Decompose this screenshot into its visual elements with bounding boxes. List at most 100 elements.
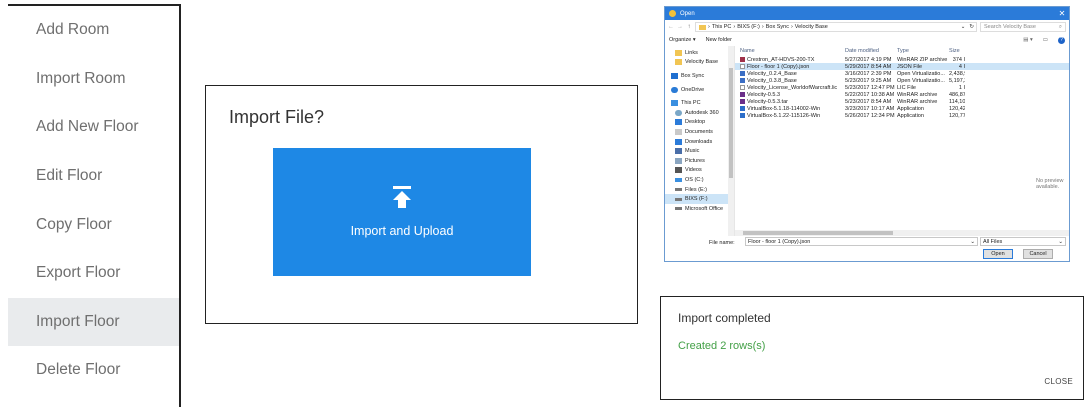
- zip-icon: [740, 57, 745, 62]
- import-upload-button[interactable]: Import and Upload: [273, 148, 531, 276]
- file-row-selected[interactable]: Floor - floor 1 (Copy).json 5/29/2017 8:…: [735, 63, 1069, 70]
- nav-item-this-pc[interactable]: This PC: [665, 98, 734, 108]
- menu-item-import-floor[interactable]: Import Floor: [8, 297, 179, 347]
- up-arrow-icon[interactable]: ↑: [686, 24, 692, 30]
- nav-item-box-sync[interactable]: Box Sync: [665, 71, 734, 81]
- upload-icon: [393, 186, 411, 208]
- import-file-dialog: Import File? Import and Upload: [205, 85, 638, 324]
- nav-scrollbar[interactable]: [728, 46, 734, 236]
- drive-icon: [675, 188, 682, 192]
- chevron-down-icon[interactable]: ⌄: [961, 24, 966, 30]
- nav-item-autodesk-360[interactable]: Autodesk 360: [665, 108, 734, 118]
- app-icon: [669, 10, 676, 17]
- nav-item-videos[interactable]: Videos: [665, 166, 734, 176]
- close-icon[interactable]: ✕: [1055, 9, 1069, 18]
- file-row[interactable]: Velocity-0.5.3.tar 5/23/2017 8:54 AM Win…: [735, 98, 1069, 105]
- floor-menu: Add Room Import Room Add New Floor Edit …: [8, 4, 181, 407]
- folder-icon: [699, 24, 706, 30]
- nav-item-documents[interactable]: Documents: [665, 127, 734, 137]
- column-name[interactable]: Name: [735, 48, 845, 54]
- file-list: Name Date modified Type Size Crestron_AT…: [735, 46, 1069, 236]
- folder-icon: [675, 59, 682, 66]
- window-titlebar: Open ✕: [665, 7, 1069, 20]
- breadcrumb-this-pc[interactable]: This PC: [712, 24, 732, 30]
- menu-item-export-floor[interactable]: Export Floor: [8, 249, 179, 298]
- menu-item-delete-floor[interactable]: Delete Floor: [8, 346, 179, 395]
- file-row[interactable]: Velocity_0.2.4_Base 3/16/2017 2:39 PM Op…: [735, 70, 1069, 77]
- dialog-title: Import File?: [229, 107, 325, 127]
- file-row[interactable]: Velocity_0.3.8_Base 5/23/2017 9:25 AM Op…: [735, 77, 1069, 84]
- file-row[interactable]: Crestron_AT-HDVS-200-TX 5/27/2017 4:19 P…: [735, 56, 1069, 63]
- vm-icon: [740, 71, 745, 76]
- open-file-dialog: Open ✕ ← → ↑ › This PC › BIXS (F:) › Box…: [664, 6, 1070, 262]
- drive-icon: [675, 207, 682, 211]
- help-icon[interactable]: ?: [1058, 36, 1065, 44]
- nav-item-files-e[interactable]: Files (E:): [665, 185, 734, 195]
- filename-label: File name:: [709, 240, 735, 246]
- breadcrumb-drive[interactable]: BIXS (F:): [737, 24, 760, 30]
- filename-value: Floor - floor 1 (Copy).json: [748, 238, 811, 245]
- refresh-icon[interactable]: ↻: [967, 24, 976, 30]
- breadcrumb-box-sync[interactable]: Box Sync: [766, 24, 789, 30]
- menu-item-add-room[interactable]: Add Room: [8, 6, 179, 55]
- nav-item-onedrive[interactable]: OneDrive: [665, 85, 734, 95]
- nav-item-microsoft-office[interactable]: Microsoft Office: [665, 204, 734, 214]
- menu-item-add-new-floor[interactable]: Add New Floor: [8, 103, 179, 152]
- file-row[interactable]: Velocity-0.5.3 5/22/2017 10:38 AM WinRAR…: [735, 91, 1069, 98]
- download-icon: [675, 138, 682, 145]
- forward-arrow-icon[interactable]: →: [677, 24, 683, 30]
- filename-input[interactable]: Floor - floor 1 (Copy).json ⌄: [745, 237, 978, 246]
- file-row[interactable]: Velocity_License_WorldofWarcraft.lic 5/2…: [735, 84, 1069, 91]
- menu-item-import-room[interactable]: Import Room: [8, 55, 179, 104]
- scrollbar-thumb[interactable]: [729, 68, 733, 178]
- menu-item-edit-floor[interactable]: Edit Floor: [8, 152, 179, 201]
- pc-icon: [671, 100, 678, 107]
- menu-item-copy-floor[interactable]: Copy Floor: [8, 200, 179, 249]
- navigation-pane: Links Velocity Base Box Sync OneDrive Th…: [665, 46, 735, 236]
- filetype-value: All Files: [983, 238, 1003, 245]
- search-input[interactable]: Search Velocity Base ⌕: [980, 22, 1066, 32]
- drive-icon: [675, 197, 682, 201]
- column-date-modified[interactable]: Date modified: [845, 48, 897, 54]
- rar-icon: [740, 99, 745, 104]
- back-arrow-icon[interactable]: ←: [668, 24, 674, 30]
- window-title: Open: [680, 10, 695, 17]
- view-options-icon[interactable]: ▤ ▾: [1023, 37, 1033, 43]
- vm-icon: [740, 78, 745, 83]
- music-icon: [675, 148, 682, 155]
- organize-button[interactable]: Organize ▾: [669, 37, 696, 43]
- preview-pane-icon[interactable]: ▭: [1043, 37, 1048, 43]
- nav-item-desktop[interactable]: Desktop: [665, 118, 734, 128]
- nav-item-links[interactable]: Links: [665, 48, 734, 58]
- success-message: Created 2 rows(s): [678, 340, 766, 352]
- nav-item-downloads[interactable]: Downloads: [665, 137, 734, 147]
- file-row[interactable]: VirtualBox-5.1.18-114002-Win 3/23/2017 1…: [735, 105, 1069, 112]
- filetype-select[interactable]: All Files ⌄: [980, 237, 1066, 246]
- scrollbar-thumb[interactable]: [743, 231, 893, 235]
- column-size[interactable]: Size: [949, 48, 965, 54]
- breadcrumb-velocity-base[interactable]: Velocity Base: [795, 24, 828, 30]
- chevron-down-icon[interactable]: ⌄: [970, 239, 975, 245]
- file-icon: [740, 64, 745, 69]
- file-icon: [740, 85, 745, 90]
- nav-item-music[interactable]: Music: [665, 146, 734, 156]
- address-bar[interactable]: › This PC › BIXS (F:) › Box Sync › Veloc…: [695, 22, 977, 32]
- close-button[interactable]: CLOSE: [1044, 377, 1073, 386]
- nav-item-velocity-base[interactable]: Velocity Base: [665, 58, 734, 68]
- dialog-title: Import completed: [678, 311, 771, 325]
- cancel-button[interactable]: Cancel: [1023, 249, 1053, 259]
- nav-item-os-c[interactable]: OS (C:): [665, 175, 734, 185]
- new-folder-button[interactable]: New folder: [706, 37, 732, 43]
- nav-item-bixs-f[interactable]: BIXS (F:): [665, 194, 734, 204]
- chevron-down-icon: ⌄: [1058, 238, 1063, 245]
- nav-item-pictures[interactable]: Pictures: [665, 156, 734, 166]
- open-button[interactable]: Open: [983, 249, 1013, 259]
- preview-message: No preview available.: [1036, 178, 1064, 190]
- app-icon: [740, 113, 745, 118]
- desktop-icon: [675, 119, 682, 126]
- column-type[interactable]: Type: [897, 48, 949, 54]
- command-bar: Organize ▾ New folder ▤ ▾ ▭ ?: [665, 34, 1069, 46]
- folder-icon: [675, 49, 682, 56]
- file-row[interactable]: VirtualBox-5.1.22-115126-Win 5/26/2017 1…: [735, 112, 1069, 119]
- address-row: ← → ↑ › This PC › BIXS (F:) › Box Sync ›…: [665, 20, 1069, 34]
